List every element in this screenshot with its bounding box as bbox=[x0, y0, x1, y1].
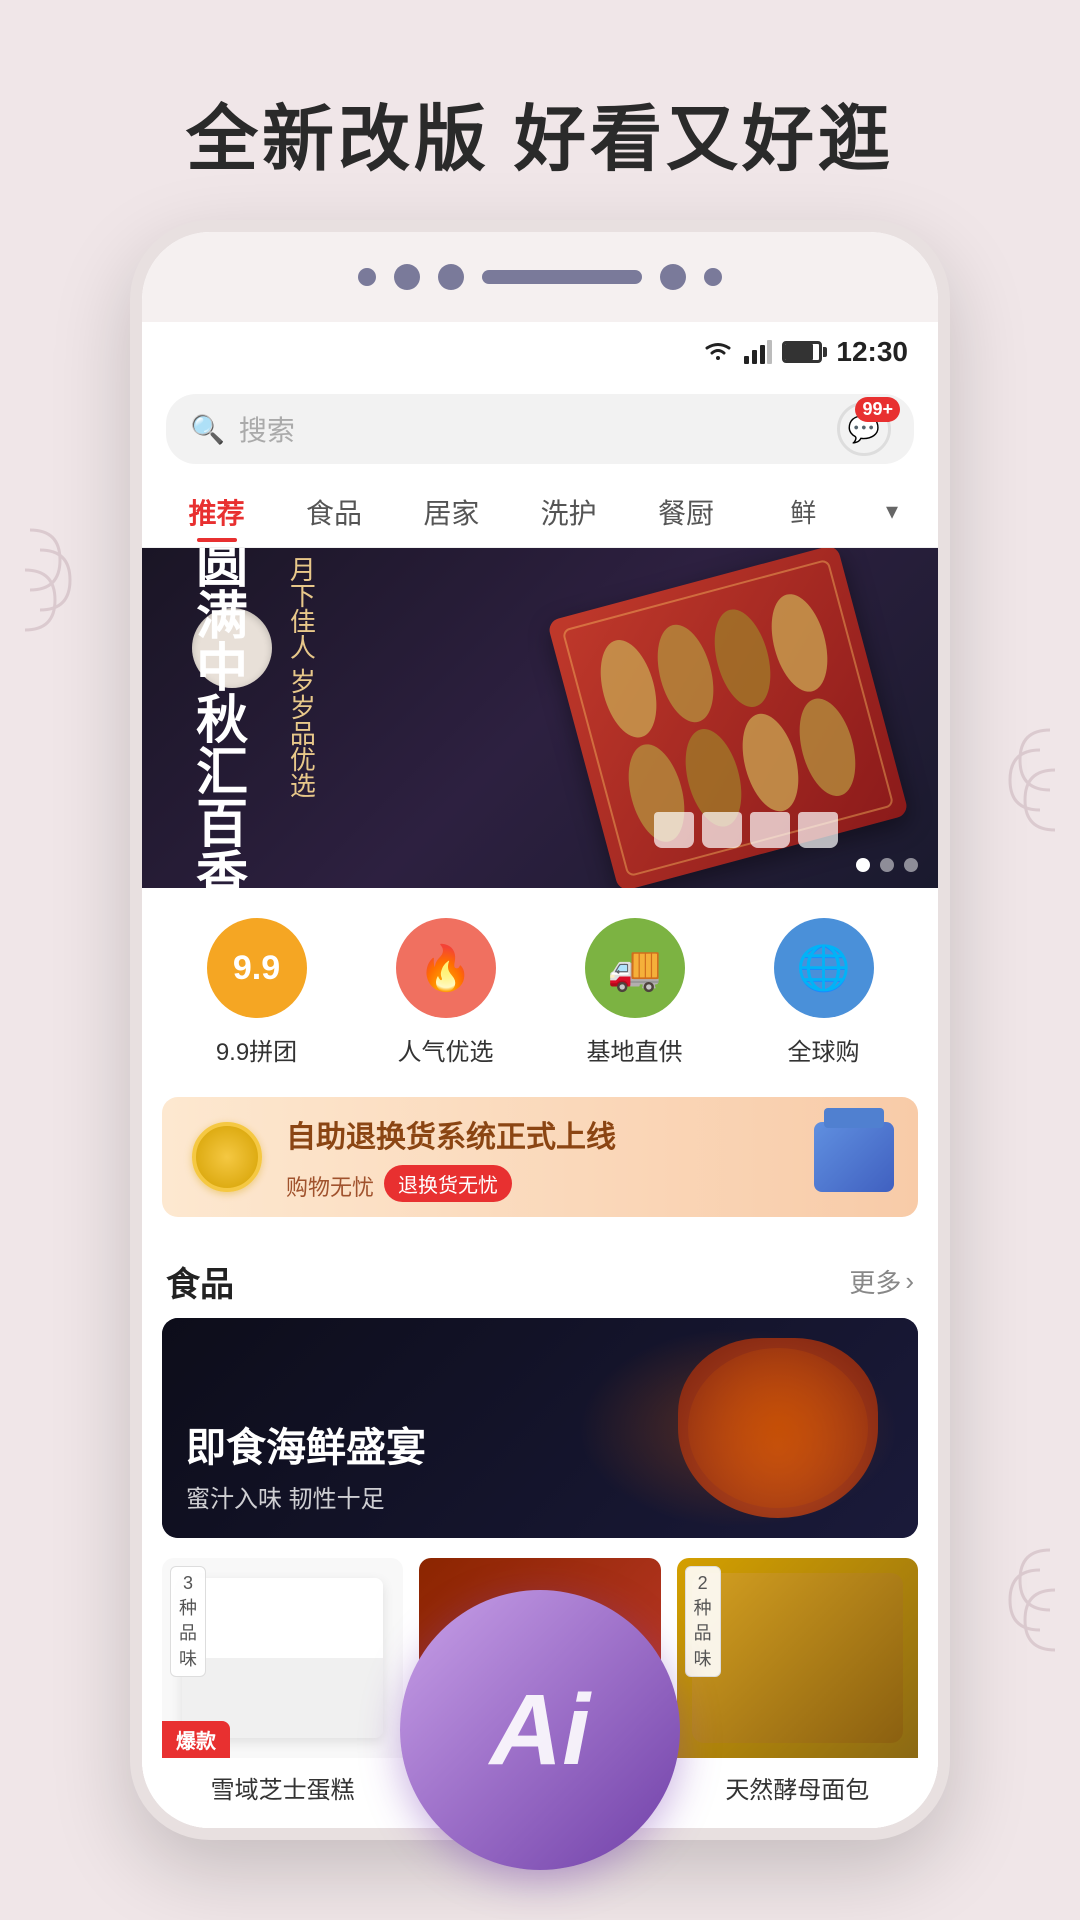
product-tag-1: 爆款 bbox=[162, 1721, 230, 1758]
promo-text-block: 自助退换货系统正式上线 购物无忧 退换货无忧 bbox=[286, 1112, 616, 1202]
phone-dot-3 bbox=[438, 264, 464, 290]
category-nav: 推荐 食品 居家 洗护 餐厨 鲜 ▾ bbox=[142, 476, 938, 548]
qa-direct[interactable]: 🚚 基地直供 bbox=[585, 918, 685, 1067]
cat-item-home[interactable]: 居家 bbox=[393, 484, 510, 540]
cat-item-recommend[interactable]: 推荐 bbox=[158, 484, 275, 540]
flavor-badge-3: 2种品味 bbox=[685, 1566, 721, 1677]
cat-item-wash[interactable]: 洗护 bbox=[510, 484, 627, 540]
hero-banner[interactable]: 圆满中秋汇百香 月下佳人 岁岁品优选 bbox=[142, 548, 938, 888]
product-card-3[interactable]: 2种品味 天然酵母面包 bbox=[677, 1558, 918, 1817]
banner-sub-text-1: 月下佳人 bbox=[278, 556, 325, 660]
qa-popular[interactable]: 🔥 人气优选 bbox=[396, 918, 496, 1067]
banner-main-text: 圆满中秋汇百香 bbox=[182, 548, 250, 888]
banner-dot-2 bbox=[880, 858, 894, 872]
product-info-1: 雪域芝士蛋糕 bbox=[162, 1758, 403, 1817]
product-card-1[interactable]: 3种品味 爆款 雪域芝士蛋糕 bbox=[162, 1558, 403, 1817]
promo-sub-text: 购物无忧 bbox=[286, 1170, 374, 1202]
badge-count: 99+ bbox=[855, 397, 900, 422]
phone-dot-5 bbox=[704, 268, 722, 286]
coin-icon bbox=[192, 1122, 262, 1192]
phone-dot-1 bbox=[358, 268, 376, 286]
qa-icon-global: 🌐 bbox=[774, 918, 874, 1018]
page-title: 全新改版 好看又好逛 bbox=[0, 80, 1080, 185]
qa-global[interactable]: 🌐 全球购 bbox=[774, 918, 874, 1067]
food-more-button[interactable]: 更多 › bbox=[849, 1263, 914, 1300]
message-badge[interactable]: 💬 99+ bbox=[834, 399, 894, 459]
fire-icon: 🔥 bbox=[418, 942, 473, 994]
banner-dot-1 bbox=[856, 858, 870, 872]
deco-lines-left bbox=[20, 500, 120, 700]
status-icons bbox=[702, 340, 822, 364]
promo-tag: 退换货无忧 bbox=[384, 1165, 512, 1202]
qa-group-deal[interactable]: 9.9 9.9拼团 bbox=[207, 918, 307, 1067]
search-bar[interactable]: 🔍 搜索 💬 99+ bbox=[166, 394, 914, 464]
box-icon bbox=[814, 1122, 894, 1192]
food-section-header: 食品 更多 › bbox=[142, 1237, 938, 1318]
food-section-title: 食品 bbox=[166, 1257, 234, 1306]
status-bar: 12:30 bbox=[142, 322, 938, 382]
search-placeholder-text: 搜索 bbox=[239, 409, 295, 449]
truck-icon: 🚚 bbox=[607, 942, 662, 994]
signal-icon bbox=[744, 340, 772, 364]
battery-icon bbox=[782, 341, 822, 363]
badge-circle: 💬 99+ bbox=[837, 402, 891, 456]
qa-label-popular: 人气优选 bbox=[398, 1032, 494, 1067]
battery-fill bbox=[785, 344, 812, 360]
tea-cups bbox=[654, 812, 838, 848]
qa-label-deal: 9.9拼团 bbox=[216, 1032, 297, 1067]
qa-label-global: 全球购 bbox=[788, 1032, 860, 1067]
deco-lines-right2 bbox=[960, 1520, 1060, 1720]
banner-content: 圆满中秋汇百香 月下佳人 岁岁品优选 bbox=[182, 588, 324, 848]
chevron-down-icon: ▾ bbox=[886, 497, 898, 526]
quick-actions: 9.9 9.9拼团 🔥 人气优选 🚚 基地直供 🌐 全球购 bbox=[142, 888, 938, 1097]
qa-icon-direct: 🚚 bbox=[585, 918, 685, 1018]
product-name-3: 天然酵母面包 bbox=[691, 1770, 904, 1805]
qa-label-direct: 基地直供 bbox=[587, 1032, 683, 1067]
ai-text: Ai bbox=[490, 1673, 590, 1788]
cat-item-kitchen[interactable]: 餐厨 bbox=[627, 484, 744, 540]
phone-dot-2 bbox=[394, 264, 420, 290]
wifi-icon bbox=[702, 340, 734, 364]
food-hero-banner[interactable]: 即食海鲜盛宴 蜜汁入味 韧性十足 bbox=[162, 1318, 918, 1538]
promo-main-text: 自助退换货系统正式上线 bbox=[286, 1112, 616, 1156]
search-icon: 🔍 bbox=[190, 413, 225, 446]
phone-top-bar bbox=[142, 232, 938, 322]
promo-sub-block: 购物无忧 退换货无忧 bbox=[286, 1164, 616, 1202]
food-banner-title: 即食海鲜盛宴 bbox=[186, 1415, 426, 1473]
flavor-badge-1: 3种品味 bbox=[170, 1566, 206, 1677]
promo-banner[interactable]: 自助退换货系统正式上线 购物无忧 退换货无忧 bbox=[162, 1097, 918, 1217]
deal-icon: 9.9 bbox=[233, 949, 280, 988]
phone-dot-4 bbox=[660, 264, 686, 290]
product-info-3: 天然酵母面包 bbox=[677, 1758, 918, 1817]
cat-more-button[interactable]: ▾ bbox=[862, 497, 922, 526]
qa-icon-popular: 🔥 bbox=[396, 918, 496, 1018]
ai-bubble[interactable]: Ai bbox=[400, 1590, 680, 1870]
globe-icon: 🌐 bbox=[796, 942, 851, 994]
cat-item-fresh[interactable]: 鲜 bbox=[745, 485, 862, 538]
product-img-3: 2种品味 bbox=[677, 1558, 918, 1758]
banner-sub-text-2: 岁岁品优选 bbox=[278, 668, 325, 798]
search-bar-container: 🔍 搜索 💬 99+ bbox=[142, 382, 938, 476]
cat-item-food[interactable]: 食品 bbox=[275, 484, 392, 540]
product-img-1: 3种品味 爆款 bbox=[162, 1558, 403, 1758]
deco-lines-right bbox=[960, 700, 1060, 900]
product-name-1: 雪域芝士蛋糕 bbox=[176, 1770, 389, 1805]
banner-indicators bbox=[856, 858, 918, 872]
banner-dot-3 bbox=[904, 858, 918, 872]
qa-icon-deal: 9.9 bbox=[207, 918, 307, 1018]
chevron-right-icon: › bbox=[905, 1266, 914, 1297]
status-time: 12:30 bbox=[836, 336, 908, 368]
phone-speaker bbox=[482, 270, 642, 284]
food-banner-subtitle: 蜜汁入味 韧性十足 bbox=[186, 1479, 426, 1514]
food-banner-text-block: 即食海鲜盛宴 蜜汁入味 韧性十足 bbox=[186, 1415, 426, 1514]
